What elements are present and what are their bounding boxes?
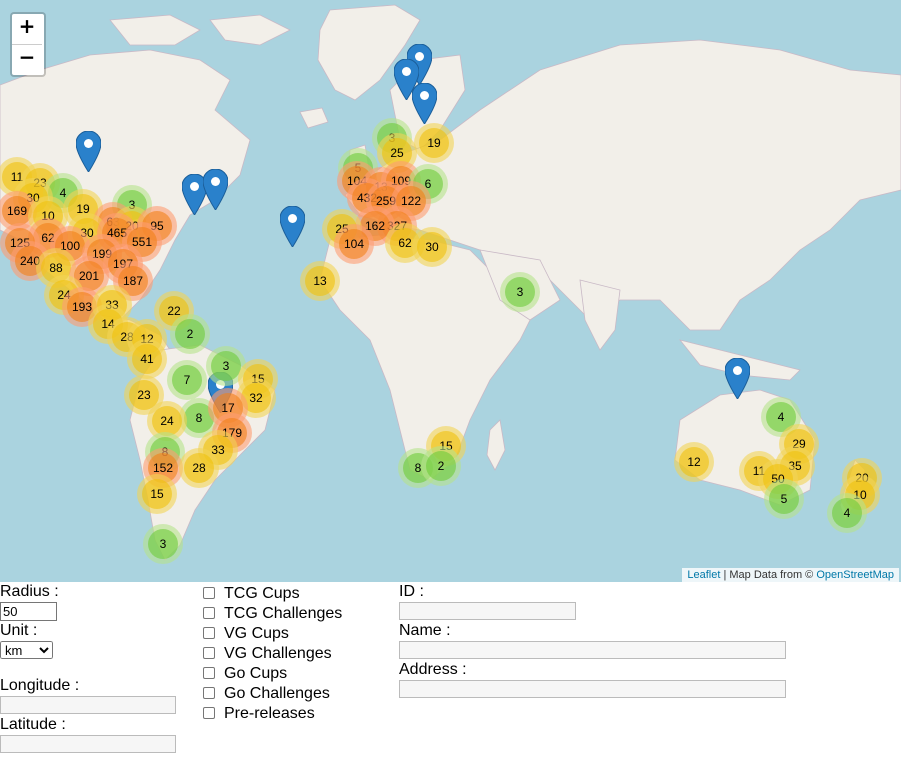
location-pin-icon[interactable] bbox=[724, 357, 751, 400]
unit-label: Unit : bbox=[0, 622, 38, 639]
latitude-input[interactable] bbox=[0, 735, 176, 753]
zoom-out-button[interactable]: − bbox=[12, 45, 42, 75]
filter-checkbox-label: VG Cups bbox=[224, 625, 289, 642]
filter-checkbox-label: TCG Challenges bbox=[224, 605, 343, 622]
filter-checkbox[interactable] bbox=[203, 707, 215, 719]
filter-checkbox-label: Go Challenges bbox=[224, 685, 330, 702]
filter-checkbox[interactable] bbox=[203, 607, 215, 619]
cluster-count: 12 bbox=[679, 447, 709, 477]
osm-link[interactable]: OpenStreetMap bbox=[816, 569, 894, 581]
filter-checkbox[interactable] bbox=[203, 687, 215, 699]
cluster-count: 104 bbox=[339, 229, 369, 259]
name-label: Name : bbox=[399, 622, 451, 639]
cluster-count: 3 bbox=[211, 351, 241, 381]
cluster-count: 2 bbox=[175, 319, 205, 349]
zoom-control: + − bbox=[10, 12, 46, 77]
cluster-count: 2 bbox=[426, 451, 456, 481]
cluster-count: 4 bbox=[832, 498, 862, 528]
marker-cluster[interactable]: 7 bbox=[167, 360, 207, 400]
marker-cluster[interactable]: 13 bbox=[300, 261, 340, 301]
leaflet-link[interactable]: Leaflet bbox=[687, 569, 720, 581]
marker-cluster[interactable]: 4 bbox=[827, 493, 867, 533]
filter-checkbox-label: Go Cups bbox=[224, 665, 288, 682]
marker-cluster[interactable]: 41 bbox=[127, 339, 167, 379]
cluster-count: 3 bbox=[505, 277, 535, 307]
cluster-count: 19 bbox=[419, 128, 449, 158]
cluster-count: 28 bbox=[184, 453, 214, 483]
marker-cluster[interactable]: 2 bbox=[170, 314, 210, 354]
filter-checkbox[interactable] bbox=[203, 627, 215, 639]
marker-cluster[interactable]: 3 bbox=[500, 272, 540, 312]
marker-cluster[interactable]: 28 bbox=[179, 448, 219, 488]
unit-select[interactable]: km bbox=[0, 641, 53, 659]
marker-cluster[interactable]: 5 bbox=[764, 479, 804, 519]
marker-cluster[interactable]: 2 bbox=[421, 446, 461, 486]
location-pin-icon[interactable] bbox=[411, 82, 438, 125]
marker-cluster[interactable]: 19 bbox=[414, 123, 454, 163]
cluster-count: 30 bbox=[417, 232, 447, 262]
longitude-input[interactable] bbox=[0, 696, 176, 714]
marker-cluster[interactable]: 3 bbox=[143, 524, 183, 564]
marker-cluster[interactable]: 104 bbox=[334, 224, 374, 264]
address-label: Address : bbox=[399, 661, 467, 678]
filter-checkbox[interactable] bbox=[203, 587, 215, 599]
marker-cluster[interactable]: 12 bbox=[674, 442, 714, 482]
longitude-label: Longitude : bbox=[0, 677, 80, 694]
name-input[interactable] bbox=[399, 641, 786, 659]
marker-cluster[interactable]: 30 bbox=[412, 227, 452, 267]
location-pin-icon[interactable] bbox=[279, 205, 306, 248]
cluster-count: 13 bbox=[305, 266, 335, 296]
cluster-count: 41 bbox=[132, 344, 162, 374]
cluster-count: 15 bbox=[142, 479, 172, 509]
filter-checkbox-label: Pre-releases bbox=[224, 705, 315, 722]
location-pin-icon[interactable] bbox=[75, 130, 102, 173]
cluster-count: 3 bbox=[148, 529, 178, 559]
cluster-count: 7 bbox=[172, 365, 202, 395]
id-label: ID : bbox=[399, 583, 424, 600]
marker-cluster[interactable]: 15 bbox=[137, 474, 177, 514]
radius-input[interactable] bbox=[0, 602, 57, 621]
world-map[interactable]: + − 112343016910193632095304656212555110… bbox=[0, 0, 901, 582]
map-attribution: Leaflet | Map Data from © OpenStreetMap bbox=[682, 568, 899, 582]
latitude-label: Latitude : bbox=[0, 716, 66, 733]
cluster-count: 5 bbox=[769, 484, 799, 514]
address-input[interactable] bbox=[399, 680, 786, 698]
id-input[interactable] bbox=[399, 602, 576, 620]
filter-checkbox-label: TCG Cups bbox=[224, 585, 300, 602]
zoom-in-button[interactable]: + bbox=[12, 14, 42, 45]
filter-checkbox-label: VG Challenges bbox=[224, 645, 332, 662]
location-pin-icon[interactable] bbox=[202, 168, 229, 211]
radius-label: Radius : bbox=[0, 583, 59, 600]
filter-checkbox[interactable] bbox=[203, 647, 215, 659]
filter-checkbox[interactable] bbox=[203, 667, 215, 679]
attribution-text: | Map Data from © bbox=[720, 569, 817, 581]
